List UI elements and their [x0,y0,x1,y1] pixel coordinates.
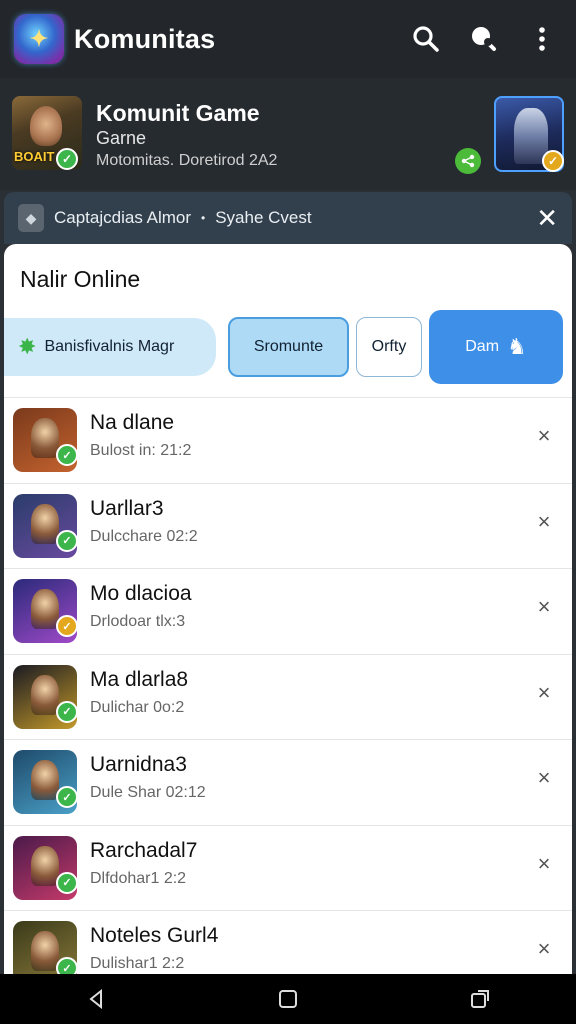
list-item-name: Ma dlarla8 [90,667,189,691]
close-icon[interactable]: × [532,851,556,876]
more-options-icon[interactable] [522,19,562,59]
list-item[interactable]: ✓ Noteles Gurl4 Dulishar1 2:2 × [4,911,572,974]
star-icon: ✸ [18,334,37,359]
avatar-character [31,674,59,715]
chip-party[interactable]: Orfty [356,317,422,377]
online-panel: Nalir Online ✸ Banisfivalnis Magr Sromun… [4,244,572,974]
filter-chips: ✸ Banisfivalnis Magr Sromunte Orfty Dam … [4,310,572,390]
wolf-icon: ♞ [507,334,527,359]
search-icon[interactable] [406,19,446,59]
game-meta: Motomitas. Doretirod 2A2 [96,152,278,169]
list-item-subtitle: Dule Shar 02:12 [90,784,206,801]
chip-magic[interactable]: ✸ Banisfivalnis Magr [4,318,216,376]
avatar-character [31,760,59,800]
panel-title: Nalir Online [20,266,141,292]
avatar-character [31,503,59,544]
close-icon[interactable]: × [532,680,556,705]
notice-text-right: Syahe Cvest [215,208,312,227]
notice-separator: • [201,211,206,225]
avatar-character [31,589,59,629]
chip-label: Sromunte [253,338,324,355]
recents-icon[interactable] [460,979,500,1019]
list-item-name: Na dlane [90,411,175,434]
verified-check-icon: ✓ [56,148,78,170]
list-item[interactable]: ✓ Na dlane Bulost in: 21:2 × [4,398,572,483]
character-portrait [30,106,62,146]
list-item-subtitle: Dulishar1 2:2 [90,955,185,972]
close-icon[interactable]: ✕ [536,205,558,231]
chip-label: Banisfivalnis Magr [44,338,175,355]
close-icon[interactable]: × [532,766,556,790]
list-item-name: Mo dlacioa [90,582,192,605]
game-type: Garne [96,128,147,148]
list-item[interactable]: ✓ Rarchadal7 Dlfdohar1 2:2 × [4,826,572,911]
list-item-name: Rarchadal7 [90,838,198,862]
list-item[interactable]: ✓ Mo dlacioa Drlodoar tlx:3 × [4,569,572,654]
avatar-character [31,845,59,886]
close-icon[interactable]: × [532,595,556,619]
wolf-icon: ◆ [18,204,44,232]
avatar-character [31,418,59,458]
app-bar: ✦ Komunitas [0,0,576,78]
verified-check-icon: ✓ [56,444,78,466]
verified-check-icon: ✓ [542,150,564,172]
list-item-name: Uarllar3 [90,496,164,520]
game-emblem-icon[interactable]: ✦ [14,14,64,64]
notice-text-left: Captajcdias Almor [54,208,192,227]
home-icon[interactable] [268,979,308,1019]
close-icon[interactable]: × [532,509,556,534]
app-title: Komunitas [74,23,216,54]
chip-community[interactable]: Sromunte [228,317,349,377]
list-item[interactable]: ✓ Uarnidna3 Dule Shar 02:12 × [4,740,572,825]
verified-check-icon: ✓ [56,700,78,723]
thumb-logo-text: BOAIT [14,149,55,164]
system-nav-bar [0,974,576,1024]
share-icon[interactable] [455,148,481,174]
avatar-character [31,931,59,971]
game-name: Komunit Game [96,100,260,126]
chip-label: Orfty [371,338,407,355]
verified-check-icon: ✓ [56,957,78,974]
notice-bar: ◆ Captajcdias Almor • Syahe Cvest ✕ [4,192,572,244]
chip-label: Dam [465,338,500,355]
chip-dam[interactable]: Dam ♞ [429,310,563,384]
list-item-name: Noteles Gurl4 [90,924,219,947]
list-item[interactable]: ✓ Uarllar3 Dulcchare 02:2 × [4,484,572,569]
game-header: BOAIT ✓ Komunit Game Garne Motomitas. Do… [0,78,576,190]
list-item-name: Uarnidna3 [90,753,187,776]
verified-check-icon: ✓ [56,615,78,637]
verified-check-icon: ✓ [56,529,78,552]
list-item-subtitle: Dlfdohar1 2:2 [90,869,187,887]
list-item-subtitle: Bulost in: 21:2 [90,442,192,459]
verified-check-icon: ✓ [56,786,78,808]
list-item-subtitle: Dulichar 0o:2 [90,698,185,716]
close-icon[interactable]: × [532,937,556,961]
search-settings-icon[interactable] [464,19,504,59]
list-item[interactable]: ✓ Ma dlarla8 Dulichar 0o:2 × [4,655,572,740]
close-icon[interactable]: × [532,424,556,448]
list-item-subtitle: Dulcchare 02:2 [90,527,198,545]
back-icon[interactable] [76,979,116,1019]
list-item-subtitle: Drlodoar tlx:3 [90,613,186,630]
verified-check-icon: ✓ [56,871,78,894]
